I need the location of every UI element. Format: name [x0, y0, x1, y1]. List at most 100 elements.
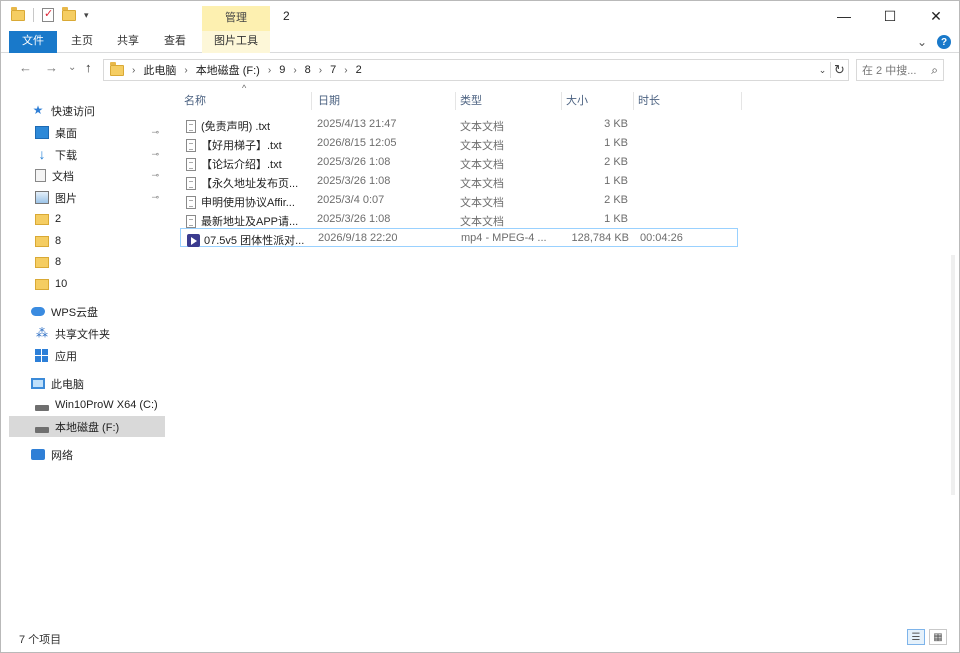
sidebar-item-shared-folder[interactable]: ⁂ 共享文件夹 — [35, 323, 165, 344]
recent-locations-chevron-icon[interactable]: ⌄ — [68, 62, 76, 73]
tab-picture-tools[interactable]: 图片工具 — [202, 31, 270, 53]
breadcrumb-this-pc[interactable]: 此电脑 — [143, 62, 176, 78]
sidebar-item-drive-c[interactable]: Win10ProW X64 (C:) — [35, 394, 165, 415]
file-date: 2026/9/18 22:20 — [318, 232, 398, 244]
sidebar-item-label: WPS云盘 — [51, 306, 99, 319]
customize-toolbar-chevron-icon[interactable]: ▾ — [84, 10, 89, 21]
large-icons-view-icon[interactable]: ▦ — [929, 629, 947, 645]
sidebar-item-this-pc[interactable]: 此电脑 — [31, 373, 165, 394]
sidebar-item-label: 共享文件夹 — [55, 328, 110, 341]
back-arrow-icon[interactable]: ← — [19, 60, 32, 75]
sidebar-item-quick-access[interactable]: ★ 快速访问 — [31, 100, 165, 121]
sidebar-item-network[interactable]: 网络 — [31, 444, 165, 465]
navigation-pane: ★ 快速访问 桌面 ⊸ ↓ 下载 ⊸ 文档 ⊸ 图片 ⊸ 2 8 8 10 WP… — [1, 93, 166, 621]
sidebar-item-downloads[interactable]: ↓ 下载 ⊸ — [35, 144, 165, 165]
text-file-icon — [186, 157, 196, 171]
tab-home[interactable]: 主页 — [61, 31, 103, 53]
breadcrumb-folder-2[interactable]: 2 — [356, 64, 362, 76]
column-header-type[interactable]: 类型 — [456, 92, 562, 110]
file-duration: 00:04:26 — [640, 232, 683, 244]
collapse-ribbon-chevron-icon[interactable]: ⌄ — [917, 35, 927, 49]
sidebar-item-drive-f[interactable]: 本地磁盘 (F:) — [9, 416, 165, 437]
view-switcher: ☰ ▦ — [907, 629, 947, 645]
file-date: 2025/3/26 1:08 — [317, 213, 391, 225]
tab-share[interactable]: 共享 — [107, 31, 149, 53]
file-type: 文本文档 — [460, 216, 504, 228]
column-header-name[interactable]: 名称 — [180, 92, 312, 110]
file-row[interactable]: 【永久地址发布页... 2025/3/26 1:08 文本文档 1 KB — [180, 172, 738, 191]
sidebar-item-label: 10 — [55, 277, 68, 290]
file-row[interactable]: 最新地址及APP请... 2025/3/26 1:08 文本文档 1 KB — [180, 210, 738, 229]
file-size: 128,784 KB — [571, 232, 630, 244]
search-placeholder: 在 2 中搜... — [862, 65, 917, 77]
breadcrumb-folder-8[interactable]: 8 — [305, 64, 311, 76]
file-row[interactable]: 07.5v5 团体性派对... 2026/9/18 22:20 mp4 - MP… — [180, 228, 738, 247]
properties-icon[interactable] — [42, 7, 54, 22]
file-row[interactable]: 申明使用协议Affir... 2025/3/4 0:07 文本文档 2 KB — [180, 191, 738, 210]
file-type: 文本文档 — [460, 197, 504, 209]
sidebar-item-label: 下载 — [55, 149, 77, 162]
search-input[interactable]: 在 2 中搜... ⌕ — [856, 59, 944, 81]
file-name: 【好用梯子】.txt — [201, 140, 282, 152]
vertical-scrollbar[interactable] — [947, 85, 959, 621]
file-row[interactable]: 【论坛介绍】.txt 2025/3/26 1:08 文本文档 2 KB — [180, 153, 738, 172]
close-button[interactable]: ✕ — [913, 1, 959, 31]
file-row[interactable]: 【好用梯子】.txt 2026/8/15 12:05 文本文档 1 KB — [180, 134, 738, 153]
file-size: 1 KB — [604, 213, 628, 225]
details-view-icon[interactable]: ☰ — [907, 629, 925, 645]
sidebar-item-documents[interactable]: 文档 ⊸ — [35, 165, 165, 186]
pin-icon[interactable]: ⊸ — [151, 127, 159, 138]
forward-arrow-icon[interactable]: → — [45, 60, 58, 75]
new-folder-icon[interactable] — [62, 6, 76, 21]
network-icon — [31, 449, 45, 460]
breadcrumb-separator[interactable]: › — [319, 65, 322, 76]
breadcrumb-drive-f[interactable]: 本地磁盘 (F:) — [196, 62, 260, 78]
refresh-icon[interactable]: ↻ — [830, 62, 848, 78]
tab-file[interactable]: 文件 — [9, 31, 57, 53]
navigation-row: ← → ⌄ ↑ › 此电脑 › 本地磁盘 (F:) › 9 › 8 › 7 › … — [1, 54, 959, 84]
maximize-button[interactable]: ☐ — [867, 1, 913, 31]
text-file-icon — [186, 119, 196, 133]
breadcrumb-folder-9[interactable]: 9 — [279, 64, 285, 76]
column-header-duration[interactable]: 时长 — [634, 92, 742, 110]
pin-icon[interactable]: ⊸ — [151, 170, 159, 181]
pin-icon[interactable]: ⊸ — [151, 192, 159, 203]
file-size: 1 KB — [604, 175, 628, 187]
file-type: 文本文档 — [460, 121, 504, 133]
address-bar[interactable]: › 此电脑 › 本地磁盘 (F:) › 9 › 8 › 7 › 2 ⌄ ↻ — [103, 59, 849, 81]
breadcrumb-separator[interactable]: › — [268, 65, 271, 76]
sidebar-item-apps[interactable]: 应用 — [35, 345, 165, 366]
sidebar-item-pictures[interactable]: 图片 ⊸ — [35, 187, 165, 208]
breadcrumb-separator[interactable]: › — [344, 65, 347, 76]
sidebar-item-folder-10[interactable]: 10 — [35, 273, 165, 294]
sidebar-item-folder-8-second[interactable]: 8 — [35, 251, 165, 272]
sidebar-item-folder-8[interactable]: 8 — [35, 230, 165, 251]
address-history-chevron-icon[interactable]: ⌄ — [814, 64, 830, 76]
file-size: 2 KB — [604, 156, 628, 168]
file-type: 文本文档 — [460, 140, 504, 152]
breadcrumb-separator[interactable]: › — [293, 65, 296, 76]
pin-icon[interactable]: ⊸ — [151, 149, 159, 160]
scrollbar-thumb[interactable] — [951, 255, 955, 495]
quick-access-toolbar: ▾ — [11, 6, 89, 22]
apps-grid-icon — [35, 349, 49, 362]
up-arrow-icon[interactable]: ↑ — [85, 60, 92, 75]
address-bar-controls: ⌄ ↻ — [814, 60, 848, 80]
ribbon-tabs: 文件 主页 共享 查看 图片工具 ⌄ ? — [1, 31, 959, 53]
column-header-date[interactable]: 日期 — [314, 92, 456, 110]
column-header-size[interactable]: 大小 — [562, 92, 634, 110]
file-name: 【论坛介绍】.txt — [201, 159, 282, 171]
minimize-button[interactable]: — — [821, 1, 867, 31]
sidebar-item-wps-cloud[interactable]: WPS云盘 — [31, 301, 165, 322]
sidebar-item-folder-2[interactable]: 2 — [35, 208, 165, 229]
folder-icon — [35, 278, 49, 290]
tab-view[interactable]: 查看 — [154, 31, 196, 53]
breadcrumb-separator[interactable]: › — [184, 65, 187, 76]
sidebar-item-label: Win10ProW X64 (C:) — [55, 398, 158, 411]
file-row[interactable]: (免责声明) .txt 2025/4/13 21:47 文本文档 3 KB — [180, 115, 738, 134]
help-icon[interactable]: ? — [937, 35, 951, 49]
status-bar: 7 个项目 ☰ ▦ — [1, 627, 959, 649]
toolbar-divider — [33, 8, 34, 22]
sidebar-item-desktop[interactable]: 桌面 ⊸ — [35, 122, 165, 143]
breadcrumb-folder-7[interactable]: 7 — [330, 64, 336, 76]
